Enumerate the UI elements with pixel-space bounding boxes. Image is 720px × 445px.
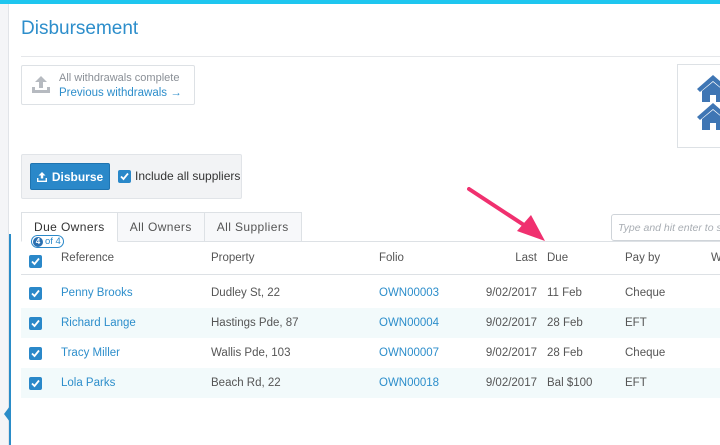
column-header-property[interactable]: Property bbox=[211, 242, 254, 274]
house-icon bbox=[697, 103, 720, 130]
row-reference-link[interactable]: Tracy Miller bbox=[61, 338, 120, 368]
row-folio-link[interactable]: OWN00004 bbox=[379, 308, 439, 338]
table-row[interactable]: Lola Parks Beach Rd, 22 OWN00018 9/02/20… bbox=[21, 368, 720, 398]
column-header-reference[interactable]: Reference bbox=[61, 242, 114, 274]
column-header-last[interactable]: Last bbox=[451, 242, 537, 274]
row-pay-by: EFT bbox=[625, 317, 647, 329]
checkmark-icon bbox=[31, 349, 40, 357]
checkmark-icon bbox=[31, 319, 40, 327]
row-last: 9/02/2017 bbox=[485, 347, 537, 359]
title-divider bbox=[21, 56, 720, 57]
checkmark-icon bbox=[31, 379, 40, 387]
row-checkbox[interactable] bbox=[29, 286, 42, 300]
table-row[interactable]: Penny Brooks Dudley St, 22 OWN00003 9/02… bbox=[21, 278, 720, 308]
row-folio-link[interactable]: OWN00003 bbox=[379, 278, 439, 308]
table-row[interactable]: Tracy Miller Wallis Pde, 103 OWN00007 9/… bbox=[21, 338, 720, 368]
upload-icon bbox=[36, 171, 47, 182]
left-sidebar-strip bbox=[0, 4, 9, 445]
row-last: 9/02/2017 bbox=[485, 377, 537, 389]
row-due: 28 Feb bbox=[547, 317, 583, 329]
property-card[interactable] bbox=[677, 64, 720, 148]
column-header-extra[interactable]: W bbox=[711, 242, 720, 274]
withdrawals-status: All withdrawals complete bbox=[59, 72, 180, 84]
selection-count-badge: 4 of 4 bbox=[31, 235, 64, 248]
row-due: Bal $100 bbox=[547, 377, 593, 389]
main-content: Disbursement All withdrawals complete Pr… bbox=[11, 4, 720, 445]
selection-count-current: 4 bbox=[33, 236, 43, 247]
checkmark-icon bbox=[31, 257, 40, 265]
table-row[interactable]: Richard Lange Hastings Pde, 87 OWN00004 … bbox=[21, 308, 720, 338]
row-reference-link[interactable]: Lola Parks bbox=[61, 368, 115, 398]
row-select-cell bbox=[29, 338, 42, 368]
disburse-button[interactable]: Disburse bbox=[30, 163, 110, 190]
row-select-cell bbox=[29, 308, 42, 338]
upload-tray-icon bbox=[32, 76, 50, 93]
include-suppliers-toggle[interactable]: Include all suppliers bbox=[118, 169, 240, 183]
row-last: 9/02/2017 bbox=[485, 317, 537, 329]
row-property: Hastings Pde, 87 bbox=[211, 317, 299, 329]
disbursement-table: Reference Property Folio Last Due Pay by… bbox=[21, 241, 720, 398]
tab-all-owners[interactable]: All Owners bbox=[117, 212, 205, 242]
row-checkbox[interactable] bbox=[29, 346, 42, 360]
column-header-pay-by[interactable]: Pay by bbox=[625, 242, 660, 274]
include-suppliers-label: Include all suppliers bbox=[135, 169, 241, 183]
row-property: Dudley St, 22 bbox=[211, 287, 281, 299]
search-input[interactable] bbox=[611, 214, 720, 241]
row-pay-by: Cheque bbox=[625, 347, 666, 359]
row-due: 28 Feb bbox=[547, 347, 583, 359]
select-all-checkbox[interactable] bbox=[29, 254, 42, 268]
row-select-cell bbox=[29, 278, 42, 308]
table-header-row: Reference Property Folio Last Due Pay by… bbox=[21, 242, 720, 275]
column-header-folio[interactable]: Folio bbox=[379, 242, 404, 274]
checkmark-icon bbox=[31, 289, 40, 297]
row-reference-link[interactable]: Penny Brooks bbox=[61, 278, 133, 308]
include-suppliers-checkbox[interactable] bbox=[118, 169, 131, 183]
page-title: Disbursement bbox=[21, 18, 139, 39]
row-select-cell bbox=[29, 368, 42, 398]
row-checkbox[interactable] bbox=[29, 316, 42, 330]
row-last: 9/02/2017 bbox=[485, 287, 537, 299]
disburse-button-label: Disburse bbox=[51, 169, 104, 184]
withdrawals-card: All withdrawals complete Previous withdr… bbox=[21, 65, 195, 105]
row-pay-by: Cheque bbox=[625, 287, 666, 299]
row-property: Wallis Pde, 103 bbox=[211, 347, 291, 359]
checkmark-icon bbox=[120, 172, 129, 180]
annotation-arrow bbox=[467, 187, 545, 241]
row-due: 11 Feb bbox=[547, 287, 582, 299]
row-folio-link[interactable]: OWN00018 bbox=[379, 368, 439, 398]
disburse-action-panel: Disburse Include all suppliers bbox=[21, 154, 242, 199]
house-icon bbox=[697, 75, 720, 102]
row-property: Beach Rd, 22 bbox=[211, 377, 281, 389]
row-folio-link[interactable]: OWN00007 bbox=[379, 338, 439, 368]
tab-all-suppliers[interactable]: All Suppliers bbox=[204, 212, 302, 242]
previous-withdrawals-link[interactable]: Previous withdrawals → bbox=[59, 87, 182, 99]
sidebar-collapse-handle[interactable] bbox=[4, 406, 10, 422]
row-checkbox[interactable] bbox=[29, 376, 42, 390]
row-reference-link[interactable]: Richard Lange bbox=[61, 308, 136, 338]
selection-count-total: of 4 bbox=[45, 236, 61, 247]
row-pay-by: EFT bbox=[625, 377, 647, 389]
column-header-due[interactable]: Due bbox=[547, 242, 568, 274]
